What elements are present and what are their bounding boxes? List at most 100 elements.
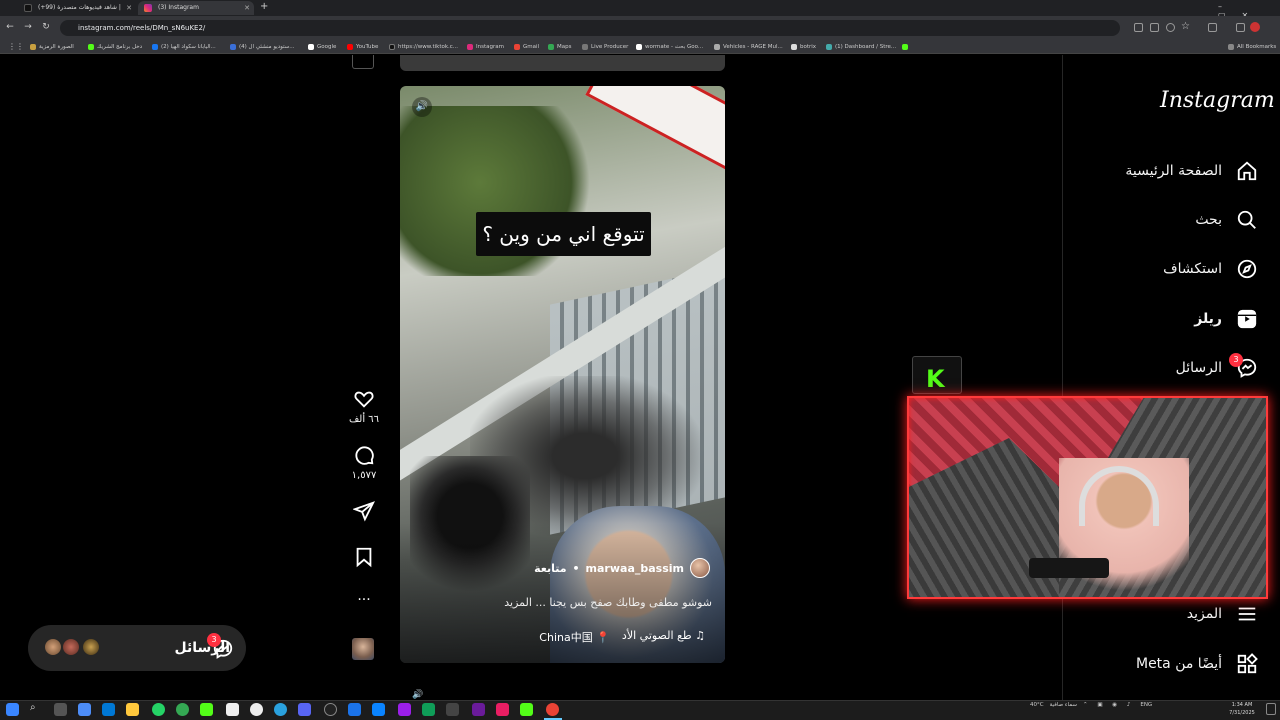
taskbar-app-icon[interactable] [226, 703, 239, 716]
url-field[interactable]: instagram.com/reels/DMn_sN6uKE2/ [60, 20, 1120, 36]
new-tab-icon[interactable]: + [260, 1, 268, 12]
bookmark-item[interactable]: wormate - بحث Goo... [636, 42, 703, 52]
tab-tiktok[interactable]: (+99) شاهد فيديوهات متصدرة | ✕ [18, 1, 136, 15]
tab-instagram[interactable]: (3) Instagram ✕ [138, 1, 254, 15]
start-icon[interactable] [6, 703, 19, 716]
nav-item-search[interactable]: بحث [1195, 205, 1258, 235]
weather-temp[interactable]: 40°C [1030, 702, 1044, 708]
forward-icon[interactable]: → [22, 21, 34, 33]
nav-label: الرسائل [1175, 360, 1222, 376]
reel-description[interactable]: شوشو مطفى وطابك صفح بس يجنا ... المزيد [450, 596, 712, 609]
grid-icon [1237, 653, 1258, 674]
taskbar-app-icon[interactable] [446, 703, 459, 716]
close-icon[interactable]: ✕ [126, 1, 132, 15]
search-icon [1237, 210, 1256, 229]
tray-icons[interactable]: ⌃ ▣ ◉ ♪ [1083, 702, 1134, 708]
bookmark-item[interactable]: Google [308, 42, 336, 52]
nav-item-reels[interactable]: ريلز [1194, 304, 1258, 334]
telegram-icon[interactable] [274, 703, 287, 716]
instagram-logo[interactable]: Instagram [1160, 88, 1275, 113]
bookmark-item[interactable]: Maps [548, 42, 571, 52]
bookmark-item[interactable]: YouTube [347, 42, 378, 52]
extensions-icon[interactable] [1208, 23, 1217, 32]
save-button[interactable] [346, 546, 382, 572]
taskbar-app-icon[interactable] [298, 703, 311, 716]
taskbar-app-icon[interactable] [348, 703, 361, 716]
reload-icon[interactable]: ↻ [40, 21, 52, 33]
menu-icon[interactable] [1236, 23, 1245, 32]
apps-icon[interactable]: ⋮⋮ [8, 42, 24, 51]
audio-tag[interactable]: طع الصوتي الأد ♫ [622, 629, 705, 645]
nav-item-more[interactable]: المزيد [1187, 599, 1258, 629]
more-options-icon[interactable]: ··· [346, 592, 382, 608]
author-username[interactable]: marwaa_bassim [586, 562, 684, 575]
taskbar-app-icon[interactable] [102, 703, 115, 716]
like-button[interactable]: ٦٦ ألف [346, 388, 382, 425]
bookmark-item[interactable]: Instagram [467, 42, 504, 52]
comment-icon [355, 446, 374, 465]
screen-cast-icon[interactable] [1134, 23, 1143, 32]
nav-item-explore[interactable]: استكشاف [1163, 254, 1258, 284]
location-tag[interactable]: China中国 📍 [539, 629, 610, 645]
taskbar-app-icon[interactable] [200, 703, 213, 716]
translate-icon[interactable] [1150, 23, 1159, 32]
chrome-icon[interactable] [546, 703, 559, 716]
whatsapp-icon[interactable] [152, 703, 165, 716]
bookmark-item[interactable]: Live Producer [582, 42, 628, 52]
taskbar-app-icon[interactable] [472, 703, 485, 716]
nav-item-home[interactable]: الصفحة الرئيسية [1125, 156, 1258, 186]
messages-badge: 3 [1229, 353, 1243, 367]
bookmark-item[interactable]: الصورة الرمزية [30, 42, 74, 52]
close-icon[interactable]: ✕ [244, 1, 250, 15]
reel-meta-row: China中国 📍 طع الصوتي الأد ♫ [480, 629, 705, 645]
nav-label: المزيد [1186, 606, 1222, 622]
taskbar-app-icon[interactable] [422, 703, 435, 716]
back-icon[interactable]: ← [4, 21, 16, 33]
notification-icon[interactable] [1266, 703, 1276, 715]
share-button[interactable] [346, 500, 382, 526]
taskbar-app-icon[interactable] [250, 703, 263, 716]
taskbar-app-icon[interactable] [78, 703, 91, 716]
nav-item-messages[interactable]: الرسائل [1176, 353, 1258, 383]
taskbar-app-icon[interactable] [520, 703, 533, 716]
profile-avatar[interactable] [1250, 22, 1260, 32]
bookmark-item[interactable] [902, 42, 911, 52]
bookmark-item[interactable]: https://www.tiktok.c... [389, 42, 458, 52]
chrome-icon[interactable] [176, 703, 189, 716]
video-scene-sign [585, 86, 725, 171]
star-icon[interactable]: ☆ [1181, 21, 1190, 32]
follow-button[interactable]: متابعة [534, 562, 566, 575]
language-indicator[interactable]: ENG [1140, 702, 1152, 708]
zoom-icon[interactable] [1166, 23, 1175, 32]
taskbar-app-icon[interactable] [372, 703, 385, 716]
next-reel-speaker-icon[interactable]: 🔊 [412, 690, 423, 700]
all-bookmarks[interactable]: All Bookmarks [1228, 42, 1276, 52]
task-view-icon[interactable] [54, 703, 67, 716]
speaker-icon[interactable]: 🔊 [412, 97, 432, 117]
search-icon[interactable]: ⌕ [30, 702, 36, 713]
comment-button[interactable]: ١,٥٧٧ [346, 444, 382, 481]
taskbar-app-icon[interactable] [496, 703, 509, 716]
obs-icon[interactable] [324, 703, 337, 716]
bookmark-item[interactable]: Gmail [514, 42, 539, 52]
bookmark-item[interactable]: Vehicles - RAGE Mul... [714, 42, 783, 52]
send-icon [352, 501, 375, 522]
previous-reel-thumb[interactable] [352, 55, 374, 69]
bookmark-item[interactable]: (2) اليابانا سكواد الهيا... [152, 42, 216, 52]
compass-icon [1237, 259, 1257, 279]
nav-label: بحث [1195, 212, 1222, 228]
audio-thumbnail[interactable] [352, 638, 374, 660]
bookmark-item[interactable]: (4) ستوديو منشئي ال... [230, 42, 295, 52]
nav-item-also-from-meta[interactable]: أيضًا من Meta [1136, 649, 1258, 679]
bookmark-item[interactable]: botrix [791, 42, 816, 52]
clock[interactable]: 1:34 AM 7/31/2025 [1222, 701, 1262, 717]
folder-icon[interactable] [126, 703, 139, 716]
heart-icon [354, 391, 374, 408]
avatar[interactable] [690, 558, 710, 578]
bookmark-item[interactable]: دخل برنامج الشريك [88, 42, 142, 52]
taskbar-app-icon[interactable] [398, 703, 411, 716]
previous-reel[interactable] [400, 55, 725, 71]
home-icon [1237, 161, 1257, 181]
like-count: ٦٦ ألف [348, 414, 380, 425]
bookmark-item[interactable]: (1) Dashboard / Stre... [826, 42, 896, 52]
